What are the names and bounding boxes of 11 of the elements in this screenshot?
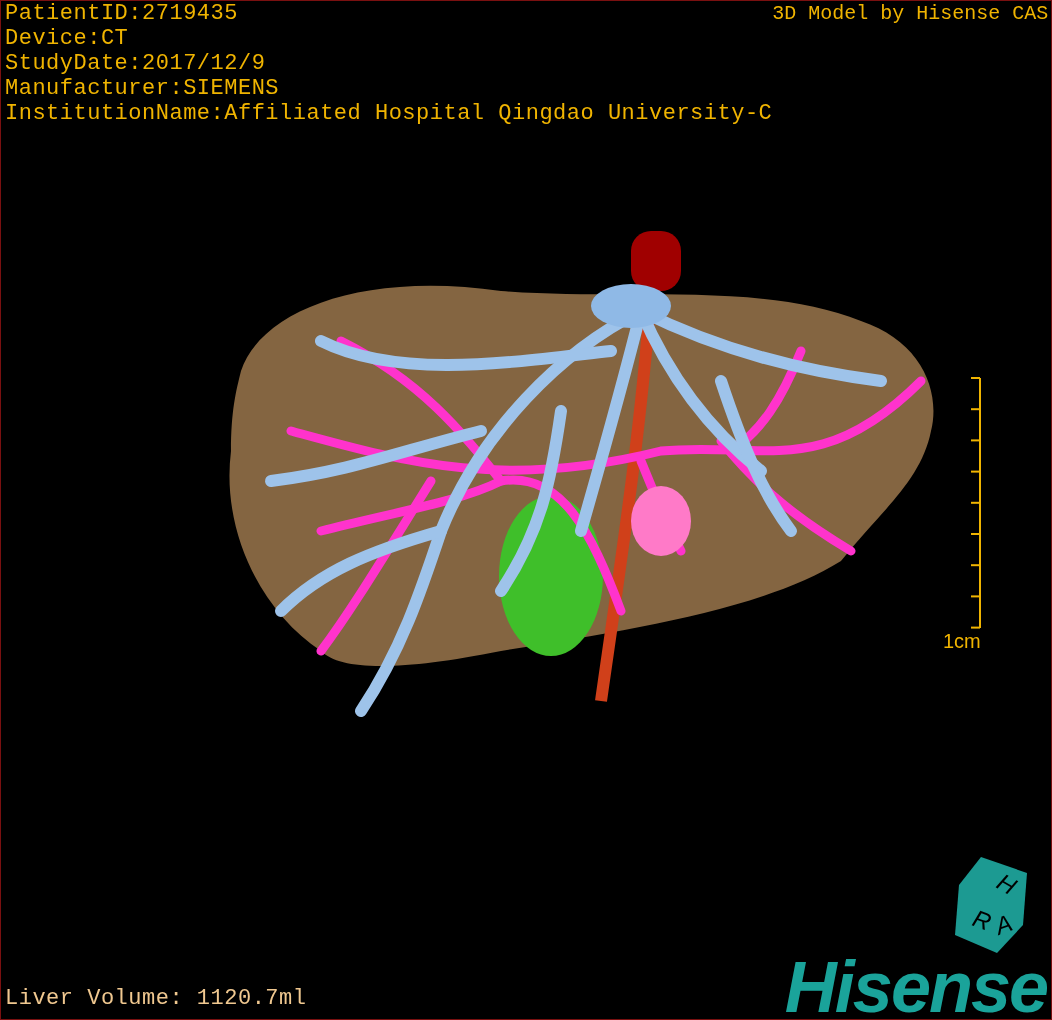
brand-logo: Hisense xyxy=(784,955,1047,1019)
info-line: Manufacturer:SIEMENS xyxy=(5,76,281,101)
info-line: StudyDate:2017/12/9 xyxy=(5,51,267,76)
liver-volume-label: Liver Volume: 1120.7ml xyxy=(4,986,307,1013)
orientation-cube-icon[interactable] xyxy=(955,857,1027,953)
info-line: Device:CT xyxy=(5,26,130,51)
info-line: InstitutionName:Affiliated Hospital Qingdao University-C xyxy=(5,101,773,126)
info-line: PatientID:2719435 xyxy=(5,1,239,26)
cube-face-label: H xyxy=(992,867,1021,900)
viewer-title: 3D Model by Hisense CAS xyxy=(772,1,1050,27)
scale-label: 1cm xyxy=(943,630,981,652)
